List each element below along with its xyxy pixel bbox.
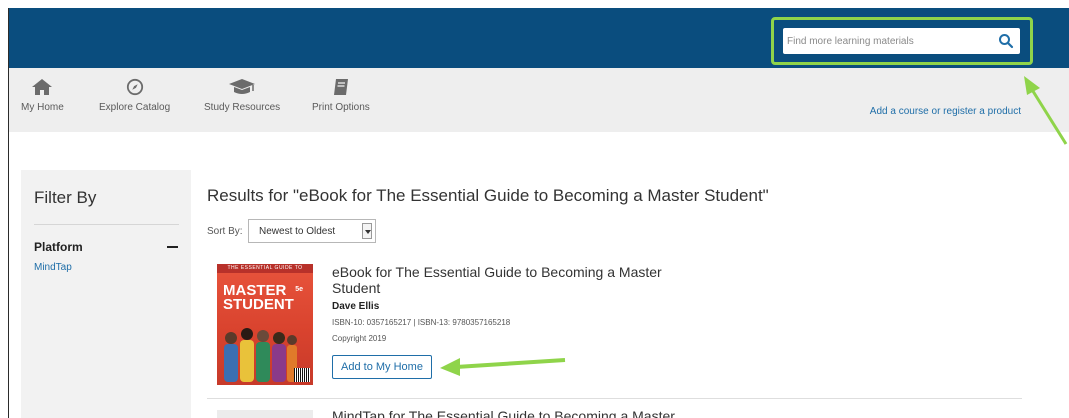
nav-item-explore-catalog[interactable]: Explore Catalog <box>99 78 170 113</box>
book-cover[interactable] <box>217 410 313 418</box>
nav-item-label: My Home <box>21 102 64 113</box>
result-author: Dave Ellis <box>332 301 380 312</box>
sort-selected-value: Newest to Oldest <box>259 226 336 237</box>
result-title[interactable]: eBook for The Essential Guide to Becomin… <box>332 264 712 296</box>
dropdown-arrow-icon[interactable] <box>362 223 372 239</box>
result-copyright: Copyright 2019 <box>332 334 387 343</box>
results-title: Results for "eBook for The Essential Gui… <box>207 186 769 205</box>
book-cover[interactable]: THE ESSENTIAL GUIDE TO MASTER STUDENT 5e <box>217 264 313 385</box>
nav-item-print-options[interactable]: Print Options <box>312 78 370 113</box>
book-icon <box>333 79 348 95</box>
result-isbn: ISBN-10: 0357165217 | ISBN-13: 978035716… <box>332 318 511 327</box>
add-to-my-home-button[interactable]: Add to My Home <box>332 355 432 379</box>
nav-bar: My Home Explore Catalog Study Resources … <box>8 68 1069 132</box>
green-arrow-icon <box>440 358 566 376</box>
page-left-border <box>8 132 9 418</box>
collapse-minus-icon[interactable] <box>167 246 178 248</box>
add-course-link[interactable]: Add a course or register a product <box>870 106 1021 117</box>
filter-option-mindtap[interactable]: MindTap <box>34 262 72 273</box>
filter-divider <box>34 224 179 225</box>
filter-section-platform: Platform <box>34 240 83 254</box>
filter-panel: Filter By Platform MindTap <box>21 170 191 418</box>
result-divider <box>207 398 1022 399</box>
cover-students-image <box>224 328 297 382</box>
search-icon[interactable] <box>998 33 1014 49</box>
result-title[interactable]: MindTap for The Essential Guide to Becom… <box>332 408 675 418</box>
filter-title: Filter By <box>34 188 97 207</box>
barcode <box>294 368 310 382</box>
cover-title-line2: STUDENT <box>223 296 294 313</box>
compass-icon <box>126 78 143 96</box>
sort-select[interactable]: Newest to Oldest <box>248 219 376 243</box>
nav-item-label: Study Resources <box>204 102 281 113</box>
nav-item-my-home[interactable]: My Home <box>21 78 64 113</box>
search-box <box>783 28 1020 54</box>
nav-item-label: Print Options <box>312 102 370 113</box>
cover-edition: 5e <box>295 286 303 293</box>
search-input[interactable] <box>787 28 992 54</box>
cover-band-text: THE ESSENTIAL GUIDE TO <box>217 264 313 273</box>
cover-title: MASTER STUDENT <box>223 283 294 313</box>
graduation-cap-icon <box>229 79 256 94</box>
home-icon <box>32 79 53 95</box>
nav-item-label: Explore Catalog <box>99 102 171 113</box>
nav-item-study-resources[interactable]: Study Resources <box>204 78 280 113</box>
sort-label: Sort By: <box>207 226 243 237</box>
